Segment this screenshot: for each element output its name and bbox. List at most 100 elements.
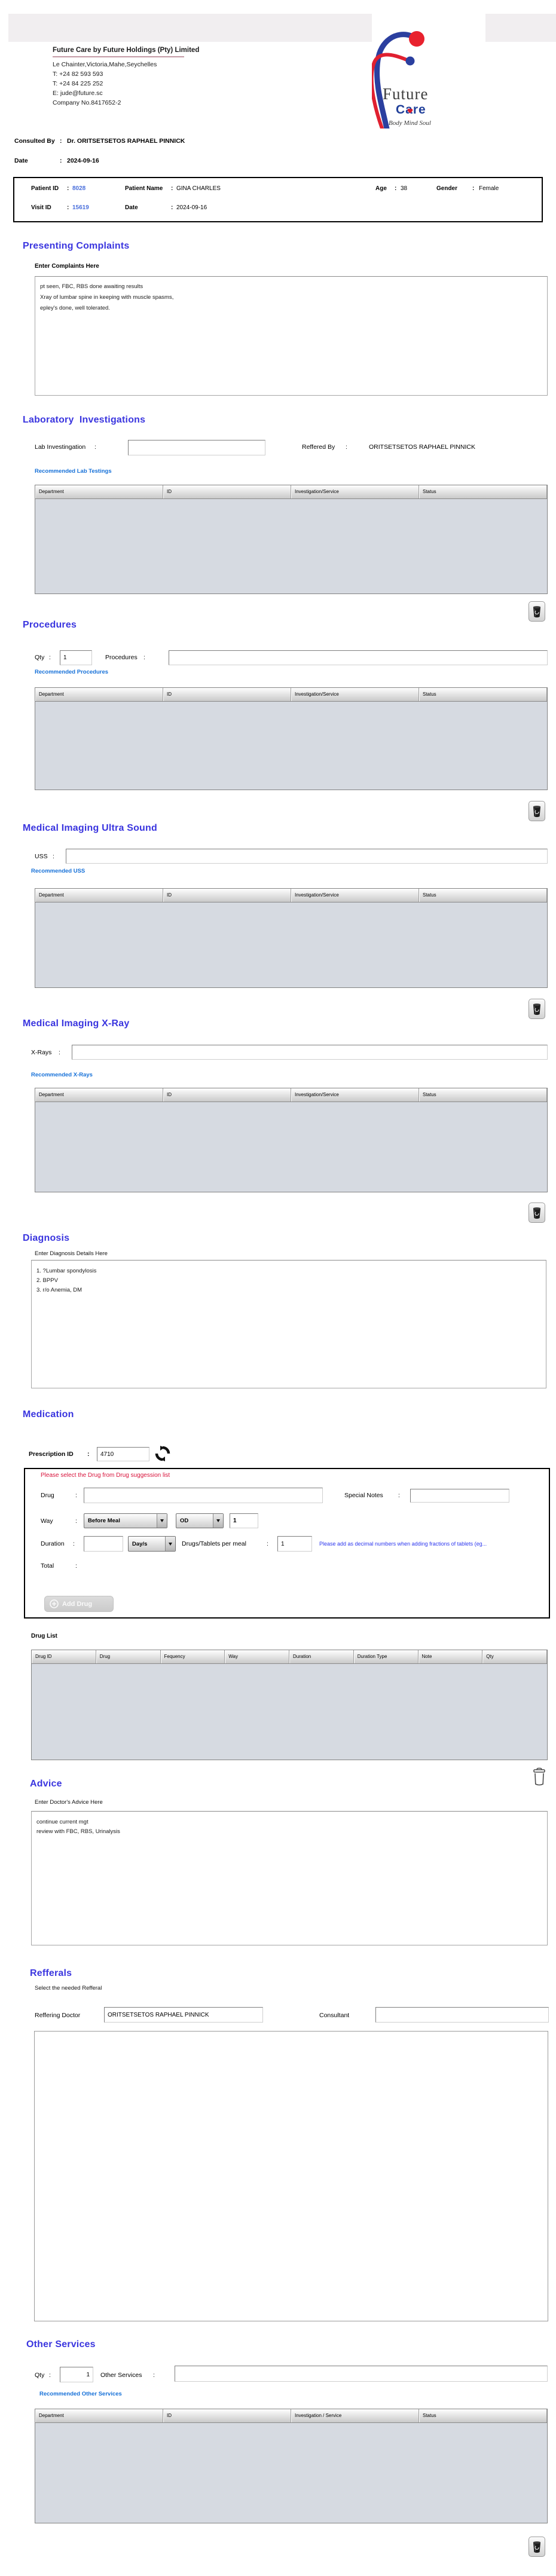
section-title-advice: Advice [30, 1779, 62, 1789]
other-services-delete-button[interactable] [528, 2537, 545, 2557]
drug-input[interactable] [84, 1488, 323, 1503]
referred-by-colon: : [346, 443, 347, 451]
frequency-value: OD [180, 1518, 189, 1524]
column-header: Investigation / Service [291, 2409, 419, 2422]
recommended-other-services-link[interactable]: Recommended Other Services [39, 2391, 122, 2397]
column-header: Status [419, 1088, 547, 1102]
other-services-input[interactable] [175, 2366, 548, 2382]
frequency-select[interactable]: OD [176, 1513, 224, 1528]
other-services-table: Department ID Investigation / Service St… [35, 2409, 548, 2523]
column-header: Fequency [161, 1650, 225, 1663]
meal-time-select[interactable]: Before Meal [84, 1513, 167, 1528]
dropdown-button [213, 1514, 223, 1528]
trash-icon [533, 2541, 541, 2553]
drug-list-header: Drug ID Drug Fequency Way Duration Durat… [32, 1650, 547, 1664]
diagnosis-label: Enter Diagnosis Details Here [35, 1250, 108, 1257]
uss-input[interactable] [66, 849, 548, 864]
column-header: ID [163, 2409, 291, 2422]
visit-id-colon: : [67, 204, 69, 211]
complaints-textarea[interactable]: pt seen, FBC, RBS done awaiting results … [35, 276, 548, 396]
procedures-delete-button[interactable] [528, 801, 545, 821]
patient-gender-colon: : [472, 185, 475, 192]
duration-label: Duration [41, 1540, 65, 1547]
uss-delete-button[interactable] [528, 999, 545, 1019]
drug-colon: : [75, 1492, 77, 1499]
recommended-lab-testings-link[interactable]: Recommended Lab Testings [35, 468, 112, 475]
lab-table-body[interactable] [35, 499, 547, 594]
other-qty-colon: : [49, 2372, 51, 2379]
referring-doctor-input[interactable] [104, 2007, 263, 2023]
duration-unit-select[interactable]: Day/s [128, 1536, 176, 1552]
patient-gender-label: Gender [436, 185, 458, 192]
advice-textarea[interactable]: continue current mgt review with FBC, RB… [31, 1811, 548, 1945]
total-colon: : [75, 1562, 77, 1570]
duration-input[interactable] [84, 1536, 123, 1552]
patient-id-colon: : [67, 185, 69, 192]
other-qty-input[interactable] [60, 2367, 93, 2382]
consulted-by-colon: : [60, 137, 62, 145]
xray-delete-button[interactable] [528, 1203, 545, 1223]
logo-heart-icon [407, 108, 413, 114]
prescription-refresh-button[interactable] [154, 1445, 171, 1462]
referrals-subtitle: Select the needed Refferal [35, 1985, 102, 1991]
column-header: Investigation/Service [291, 889, 419, 902]
chevron-down-icon [216, 1519, 220, 1522]
duration-unit-value: Day/s [132, 1540, 148, 1547]
consulted-by-label: Consulted By [14, 137, 55, 145]
company-logo [372, 14, 485, 129]
other-services-table-body[interactable] [35, 2423, 547, 2523]
prescription-id-input[interactable] [97, 1447, 149, 1461]
column-header: ID [163, 1088, 291, 1102]
trash-icon [533, 806, 541, 818]
per-meal-input[interactable] [277, 1536, 312, 1552]
recommended-procedures-link[interactable]: Recommended Procedures [35, 669, 108, 675]
lab-delete-button[interactable] [528, 601, 545, 622]
procedures-table-header: Department ID Investigation/Service Stat… [35, 688, 547, 702]
column-header: Department [35, 485, 163, 498]
procedures-table-body[interactable] [35, 702, 547, 790]
diagnosis-textarea[interactable]: 1. ?Lumbar spondylosis 2. BPPV 3. r/o An… [31, 1260, 546, 1388]
referral-list-box[interactable] [34, 2031, 548, 2321]
dropdown-button [165, 1537, 175, 1551]
uss-table-body[interactable] [35, 902, 547, 988]
drug-list-body[interactable] [32, 1664, 547, 1760]
procedures-label: Procedures [105, 654, 138, 661]
procedures-input[interactable] [169, 650, 548, 665]
total-label: Total [41, 1562, 54, 1570]
lab-investigation-input[interactable] [128, 440, 265, 455]
advice-delete-button[interactable] [531, 1767, 548, 1787]
way-qty-input[interactable] [230, 1513, 258, 1528]
patient-id-value: 8028 [72, 185, 86, 192]
company-phone-2: T: +24 84 225 252 [53, 80, 103, 87]
column-header: Duration Type [354, 1650, 418, 1663]
procedures-qty-input[interactable] [60, 650, 92, 665]
xray-input[interactable] [72, 1045, 548, 1060]
procedures-colon: : [143, 654, 145, 661]
column-header: Drug ID [32, 1650, 96, 1663]
section-title-ultrasound: Medical Imaging Ultra Sound [23, 823, 157, 833]
recommended-xray-link[interactable]: Recommended X-Rays [31, 1072, 93, 1078]
company-email: E: jude@future.sc [53, 90, 103, 97]
add-drug-button[interactable]: Add Drug [44, 1596, 114, 1612]
column-header: Status [419, 485, 547, 498]
way-colon: : [75, 1518, 77, 1525]
uss-label: USS [35, 853, 48, 860]
xray-table: Department ID Investigation/Service Stat… [35, 1088, 548, 1192]
column-header: Duration [289, 1650, 354, 1663]
drug-label: Drug [41, 1492, 54, 1499]
special-notes-input[interactable] [410, 1489, 509, 1503]
consultation-page: Future Care by Future Holdings (Pty) Lim… [0, 0, 556, 2576]
uss-table: Department ID Investigation/Service Stat… [35, 888, 548, 988]
company-name-underline [53, 56, 184, 57]
trash-icon [533, 1004, 541, 1015]
consultant-input[interactable] [375, 2007, 549, 2023]
section-title-medication: Medication [23, 1409, 74, 1419]
recommended-uss-link[interactable]: Recommended USS [31, 868, 85, 874]
uss-colon: : [53, 853, 54, 860]
drug-suggestion-warning: Please select the Drug from Drug suggess… [41, 1472, 170, 1479]
prescription-id-label: Prescription ID [29, 1451, 74, 1458]
xray-table-body[interactable] [35, 1102, 547, 1192]
meal-time-value: Before Meal [88, 1518, 120, 1524]
dropdown-button [157, 1514, 167, 1528]
column-header: ID [163, 485, 291, 498]
